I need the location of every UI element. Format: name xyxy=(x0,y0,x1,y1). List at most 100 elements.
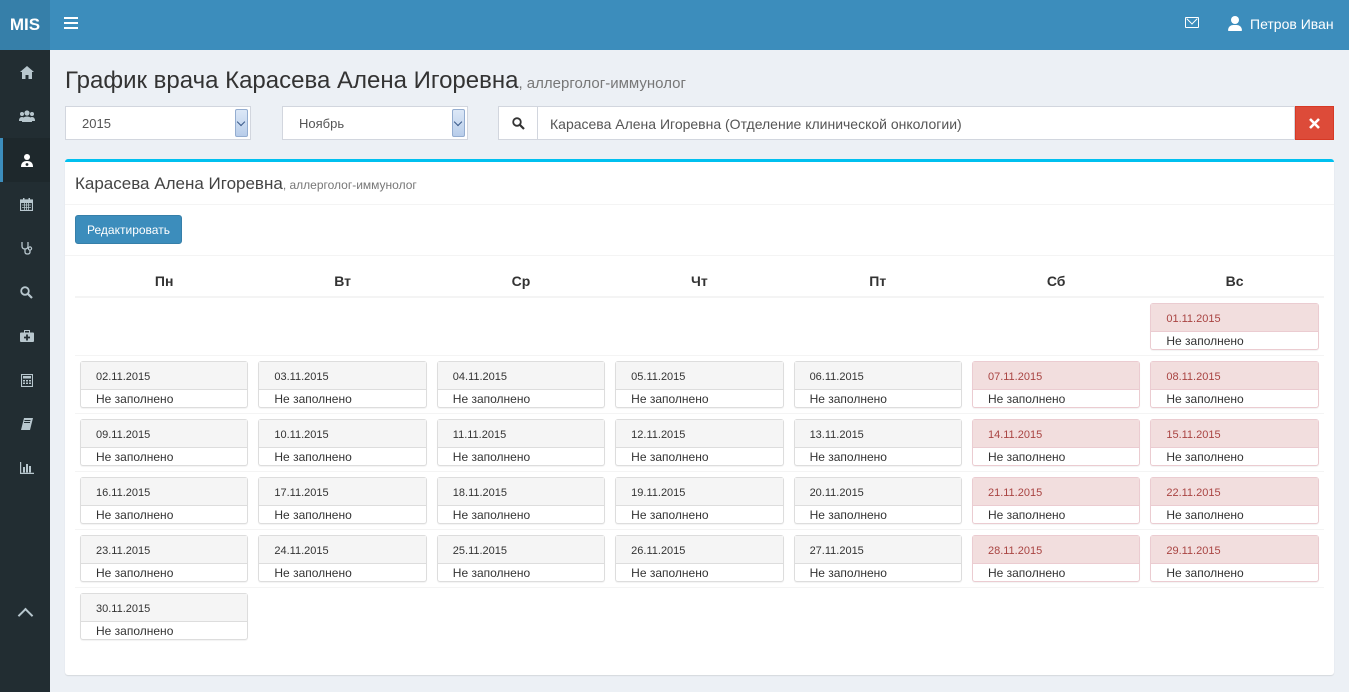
day-card[interactable]: 06.11.2015 Не заполнено xyxy=(793,361,962,408)
sidebar xyxy=(0,50,50,692)
day-status: Не заполнено xyxy=(631,392,709,406)
edit-button[interactable]: Редактировать xyxy=(75,215,182,244)
day-date: 13.11.2015 xyxy=(794,420,961,448)
bar-chart-icon xyxy=(19,462,34,474)
day-card[interactable]: 26.11.2015 Не заполнено xyxy=(615,535,784,582)
day-card[interactable]: 03.11.2015 Не заполнено xyxy=(258,361,427,408)
day-status: Не заполнено xyxy=(809,392,887,406)
day-date: 24.11.2015 xyxy=(259,536,426,564)
user-menu[interactable]: Петров Иван xyxy=(1228,16,1334,32)
day-date: 30.11.2015 xyxy=(81,594,248,622)
day-card[interactable]: 07.11.2015 Не заполнено xyxy=(971,361,1141,408)
calendar-week-row: 23.11.2015 Не заполнено 24.11.2015 Не запол… xyxy=(75,530,1324,588)
weekday-header: Чт xyxy=(691,273,708,289)
day-card[interactable]: 12.11.2015 Не заполнено xyxy=(615,419,784,466)
day-status: Не заполнено xyxy=(452,508,531,522)
day-card[interactable]: 14.11.2015 Не заполнено xyxy=(971,419,1141,466)
page-title: График врача Карасева Алена Игоревна, ал… xyxy=(65,67,686,95)
calendar-cell: 12.11.2015 Не заполнено xyxy=(610,414,788,471)
calendar-week-row: 09.11.2015 Не заполнено 10.11.2015 Не запол… xyxy=(75,414,1324,472)
sidebar-item-book[interactable] xyxy=(0,402,50,446)
calendar-cell: 06.11.2015 Не заполнено xyxy=(789,356,967,413)
day-date: 07.11.2015 xyxy=(972,362,1140,390)
calendar-cell: 25.11.2015 Не заполнено xyxy=(432,530,610,587)
day-status: Не заполнено xyxy=(1166,392,1244,406)
day-card[interactable]: 22.11.2015 Не заполнено xyxy=(1150,477,1319,524)
day-card[interactable]: 15.11.2015 Не заполнено xyxy=(1150,419,1319,466)
day-card[interactable]: 09.11.2015 Не заполнено xyxy=(80,419,249,466)
calendar-cell: 02.11.2015 Не заполнено xyxy=(75,356,253,413)
chevron-down-icon[interactable] xyxy=(452,109,465,137)
day-card[interactable]: 11.11.2015 Не заполнено xyxy=(436,419,606,466)
app-logo[interactable]: MIS xyxy=(0,0,50,50)
day-card[interactable]: 21.11.2015 Не заполнено xyxy=(971,477,1141,524)
search-icon xyxy=(20,285,33,299)
clear-button[interactable] xyxy=(1295,106,1334,140)
calendar-cell xyxy=(253,298,431,355)
box-specialty: , аллерголог-иммунолог xyxy=(282,178,417,192)
day-date: 27.11.2015 xyxy=(794,536,961,564)
day-status: Не заполнено xyxy=(96,508,174,522)
day-date: 26.11.2015 xyxy=(616,536,783,564)
envelope-icon[interactable] xyxy=(1185,17,1199,28)
calendar-cell xyxy=(610,298,788,355)
sidebar-item-users[interactable] xyxy=(0,94,50,138)
day-card[interactable]: 30.11.2015 Не заполнено xyxy=(80,593,249,640)
calendar-cell: 16.11.2015 Не заполнено xyxy=(75,472,253,529)
day-card[interactable]: 02.11.2015 Не заполнено xyxy=(80,361,249,408)
calendar-cell: 21.11.2015 Не заполнено xyxy=(967,472,1145,529)
day-card[interactable]: 10.11.2015 Не заполнено xyxy=(258,419,427,466)
calendar-cell: 11.11.2015 Не заполнено xyxy=(432,414,610,471)
book-icon xyxy=(20,418,33,430)
day-card[interactable]: 29.11.2015 Не заполнено xyxy=(1150,535,1319,582)
day-card[interactable]: 28.11.2015 Не заполнено xyxy=(971,535,1141,582)
day-card[interactable]: 08.11.2015 Не заполнено xyxy=(1150,361,1319,408)
box-header: Карасева Алена Игоревна, аллерголог-имму… xyxy=(65,162,1334,205)
sidebar-item-calendar[interactable] xyxy=(0,182,50,226)
calendar-cell xyxy=(75,298,253,355)
day-card[interactable]: 13.11.2015 Не заполнено xyxy=(793,419,962,466)
calendar-cell: 14.11.2015 Не заполнено xyxy=(967,414,1145,471)
day-status: Не заполнено xyxy=(809,450,887,464)
day-card[interactable]: 18.11.2015 Не заполнено xyxy=(436,477,606,524)
day-card[interactable]: 20.11.2015 Не заполнено xyxy=(793,477,962,524)
day-card[interactable]: 23.11.2015 Не заполнено xyxy=(80,535,249,582)
calendar-week-row: 30.11.2015 Не заполнено xyxy=(75,588,1324,646)
page-subtitle: , аллерголог-иммунолог xyxy=(518,75,686,92)
year-select[interactable]: 2015 xyxy=(65,106,251,140)
sidebar-item-home[interactable] xyxy=(0,50,50,94)
home-icon xyxy=(19,65,34,79)
day-date: 25.11.2015 xyxy=(437,536,605,564)
day-date: 14.11.2015 xyxy=(972,420,1140,448)
day-card[interactable]: 19.11.2015 Не заполнено xyxy=(615,477,784,524)
day-card[interactable]: 04.11.2015 Не заполнено xyxy=(436,361,606,408)
day-date: 11.11.2015 xyxy=(437,420,605,448)
day-date: 17.11.2015 xyxy=(259,478,426,506)
day-date: 02.11.2015 xyxy=(81,362,248,390)
month-select[interactable]: Ноябрь xyxy=(282,106,468,140)
day-card[interactable]: 01.11.2015 Не заполнено xyxy=(1150,303,1319,350)
day-card[interactable]: 17.11.2015 Не заполнено xyxy=(258,477,427,524)
calculator-icon xyxy=(20,373,33,387)
calendar-cell: 18.11.2015 Не заполнено xyxy=(432,472,610,529)
sidebar-item-calculator[interactable] xyxy=(0,358,50,402)
sidebar-item-reports[interactable] xyxy=(0,446,50,490)
sidebar-collapse-button[interactable] xyxy=(0,590,50,634)
day-card[interactable]: 24.11.2015 Не заполнено xyxy=(258,535,427,582)
calendar-cell xyxy=(789,298,967,355)
sidebar-item-doctors[interactable] xyxy=(0,138,50,182)
chevron-down-icon[interactable] xyxy=(235,109,248,137)
sidebar-item-medical[interactable] xyxy=(0,226,50,270)
day-date: 21.11.2015 xyxy=(972,478,1140,506)
day-card[interactable]: 27.11.2015 Не заполнено xyxy=(793,535,962,582)
bars-icon[interactable] xyxy=(64,17,78,31)
day-card[interactable]: 05.11.2015 Не заполнено xyxy=(615,361,784,408)
day-card[interactable]: 16.11.2015 Не заполнено xyxy=(80,477,249,524)
day-status: Не заполнено xyxy=(274,392,352,406)
doctor-search-input[interactable]: Карасева Алена Игоревна (Отделение клини… xyxy=(537,106,1295,140)
sidebar-item-search[interactable] xyxy=(0,270,50,314)
day-card[interactable]: 25.11.2015 Не заполнено xyxy=(436,535,606,582)
day-status: Не заполнено xyxy=(274,566,352,580)
day-date: 10.11.2015 xyxy=(259,420,426,448)
sidebar-item-medkit[interactable] xyxy=(0,314,50,358)
